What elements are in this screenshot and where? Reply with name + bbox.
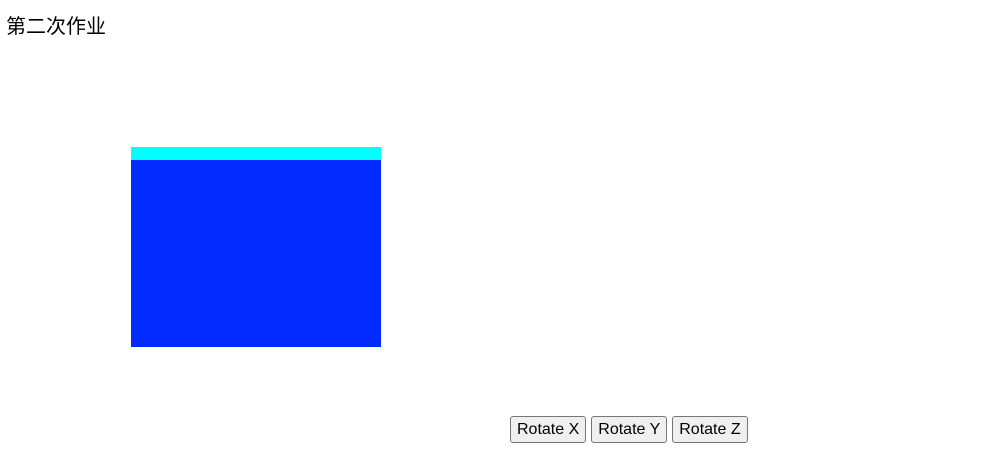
webgl-canvas[interactable] [0,40,510,420]
rotate-z-button[interactable]: Rotate Z [672,416,748,443]
page-root: 第二次作业 Rotate X Rotate Y Rotate Z [0,0,993,464]
cube-top-face [131,147,381,160]
cube-front-face [131,160,381,347]
page-title: 第二次作业 [6,14,106,38]
rotate-y-button[interactable]: Rotate Y [591,416,668,443]
rotate-x-button[interactable]: Rotate X [510,416,587,443]
rotation-controls: Rotate X Rotate Y Rotate Z [510,416,748,443]
